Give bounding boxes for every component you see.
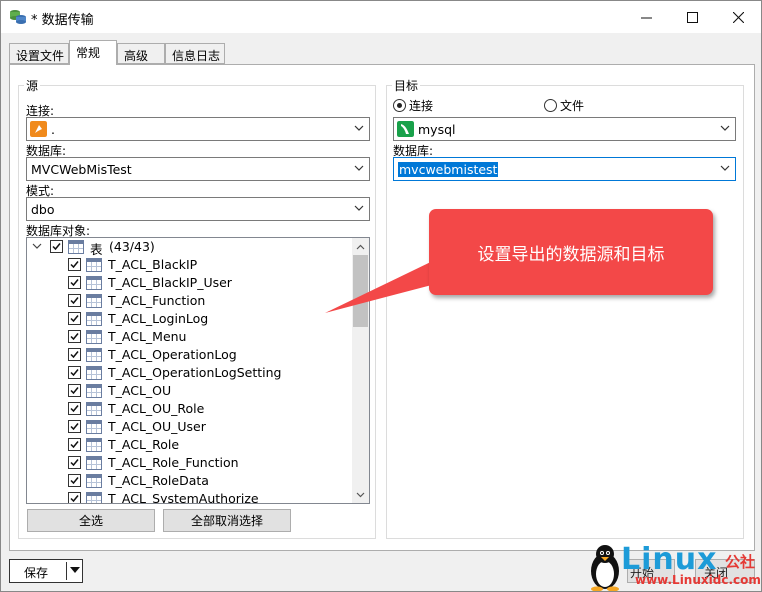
watermark-url: www.Linuxidc.com [635,573,761,587]
watermark-brand-cn: 公社 [725,553,756,571]
data-transfer-window: * 数据传输 设置文件 常规 高级 信息日志 源 连接: . 数据库: MVCW… [0,0,762,592]
callout-pointer [325,257,447,313]
tux-penguin-logo [591,545,619,591]
watermark-brand: Linux [621,542,718,577]
callout-annotation: 设置导出的数据源和目标 [429,209,713,295]
